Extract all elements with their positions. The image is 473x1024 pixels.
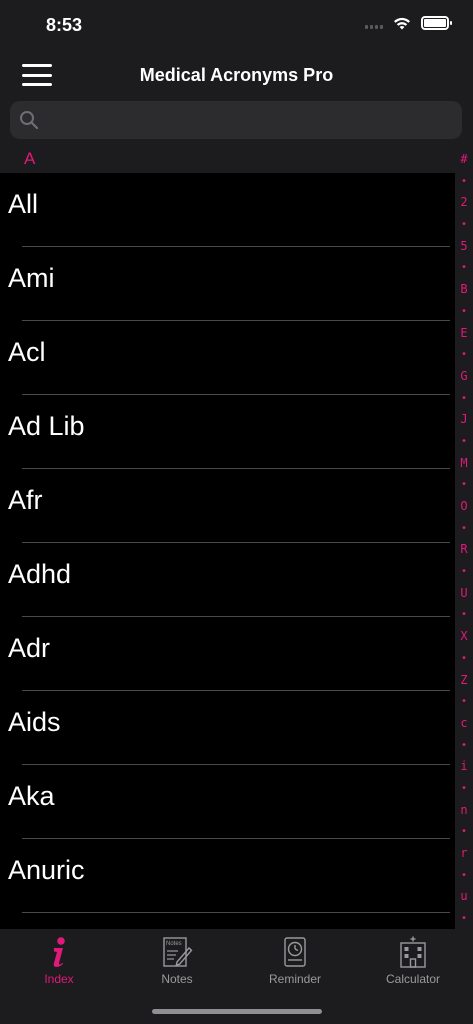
index-separator[interactable]: •	[461, 431, 467, 453]
list-item[interactable]: All	[0, 173, 454, 247]
list-item[interactable]: Adr	[0, 617, 454, 691]
list-item-label: Afr	[8, 485, 43, 515]
list-item-label: Adr	[8, 633, 51, 663]
index-item[interactable]: u	[460, 886, 467, 908]
notes-icon: Notes	[163, 937, 193, 967]
list-item[interactable]: Aids	[0, 691, 454, 765]
index-item[interactable]: n	[460, 800, 467, 822]
index-separator[interactable]: •	[461, 561, 467, 583]
index-separator[interactable]: •	[461, 257, 467, 279]
home-indicator[interactable]	[152, 1009, 322, 1014]
index-item[interactable]: M	[460, 453, 467, 475]
status-bar: 8:53	[0, 0, 473, 52]
index-item[interactable]: O	[460, 496, 467, 518]
acronym-list: All Ami Acl Ad Lib Afr Adhd Adr Aids Aka…	[0, 173, 454, 913]
index-separator[interactable]: •	[461, 604, 467, 626]
index-item[interactable]: #	[460, 149, 467, 171]
wifi-icon	[394, 17, 410, 30]
status-time: 8:53	[46, 15, 83, 35]
index-item[interactable]: R	[460, 539, 467, 561]
index-separator[interactable]: •	[461, 865, 467, 887]
hospital-building-icon	[400, 936, 426, 968]
index-separator[interactable]: •	[461, 388, 467, 410]
list-item[interactable]: Aka	[0, 765, 454, 839]
info-icon	[53, 937, 65, 967]
cellular-signal-icon	[365, 17, 383, 29]
index-separator[interactable]: •	[461, 301, 467, 323]
nav-bar: Medical Acronyms Pro	[0, 52, 473, 100]
index-separator[interactable]: •	[461, 474, 467, 496]
list-item-label: Ami	[8, 263, 55, 293]
index-separator[interactable]: •	[461, 778, 467, 800]
search-field[interactable]	[10, 101, 462, 139]
index-item[interactable]: U	[460, 583, 467, 605]
index-item[interactable]: J	[460, 409, 467, 431]
index-item[interactable]: 2	[460, 192, 467, 214]
list-item-label: All	[8, 189, 39, 219]
tab-reminder[interactable]: Reminder	[236, 933, 354, 993]
tab-calculator[interactable]: Calculator	[354, 933, 472, 993]
tab-notes[interactable]: Notes Notes	[118, 933, 236, 993]
list-item[interactable]: Anuric	[0, 839, 454, 913]
list-item-label: Adhd	[8, 559, 72, 589]
section-index-bar[interactable]: # • 2 • 5 • B • E • G • J • M • O • R • …	[455, 149, 473, 929]
list-item-label: Acl	[8, 337, 46, 367]
index-item[interactable]: r	[460, 843, 467, 865]
index-separator[interactable]: •	[461, 518, 467, 540]
search-icon	[20, 111, 39, 130]
tab-index[interactable]: Index	[0, 933, 118, 993]
search-input[interactable]	[50, 101, 450, 139]
index-item[interactable]: G	[460, 366, 467, 388]
list-item-label: Ad Lib	[8, 411, 85, 441]
list-item[interactable]: Ami	[0, 247, 454, 321]
index-separator[interactable]: •	[461, 344, 467, 366]
page-title: Medical Acronyms Pro	[139, 65, 334, 85]
status-icons	[365, 16, 452, 30]
tab-label: Notes	[161, 972, 193, 986]
index-item[interactable]: X	[460, 626, 467, 648]
list-item-label: Aka	[8, 781, 55, 811]
battery-icon	[421, 16, 452, 30]
index-item[interactable]: i	[460, 756, 467, 778]
list-item[interactable]: Ad Lib	[0, 395, 454, 469]
index-item[interactable]: Z	[460, 670, 467, 692]
list-item[interactable]: Adhd	[0, 543, 454, 617]
tab-bar: Index Notes Notes Reminder Calculator	[0, 929, 473, 1024]
reminder-clock-icon	[284, 937, 306, 967]
tab-label: Index	[44, 972, 74, 986]
section-letter: A	[24, 149, 36, 168]
index-separator[interactable]: •	[461, 214, 467, 236]
index-separator[interactable]: •	[461, 171, 467, 193]
search-bar	[0, 100, 473, 142]
index-item[interactable]: E	[460, 323, 467, 345]
tab-label: Reminder	[268, 972, 322, 986]
index-item[interactable]: c	[460, 713, 467, 735]
notes-icon-text: Notes	[166, 941, 182, 947]
list-item[interactable]: Acl	[0, 321, 454, 395]
index-item[interactable]: 5	[460, 236, 467, 258]
section-header: A	[0, 142, 473, 173]
index-separator[interactable]: •	[461, 648, 467, 670]
tab-label: Calculator	[385, 972, 441, 986]
list-item-label: Aids	[8, 707, 61, 737]
index-separator[interactable]: •	[461, 691, 467, 713]
divider	[22, 912, 450, 913]
index-separator[interactable]: •	[461, 821, 467, 843]
index-item[interactable]: B	[460, 279, 467, 301]
index-separator[interactable]: •	[461, 735, 467, 757]
list-item[interactable]: Afr	[0, 469, 454, 543]
list-item-label: Anuric	[8, 855, 85, 885]
index-separator[interactable]: •	[461, 908, 467, 930]
